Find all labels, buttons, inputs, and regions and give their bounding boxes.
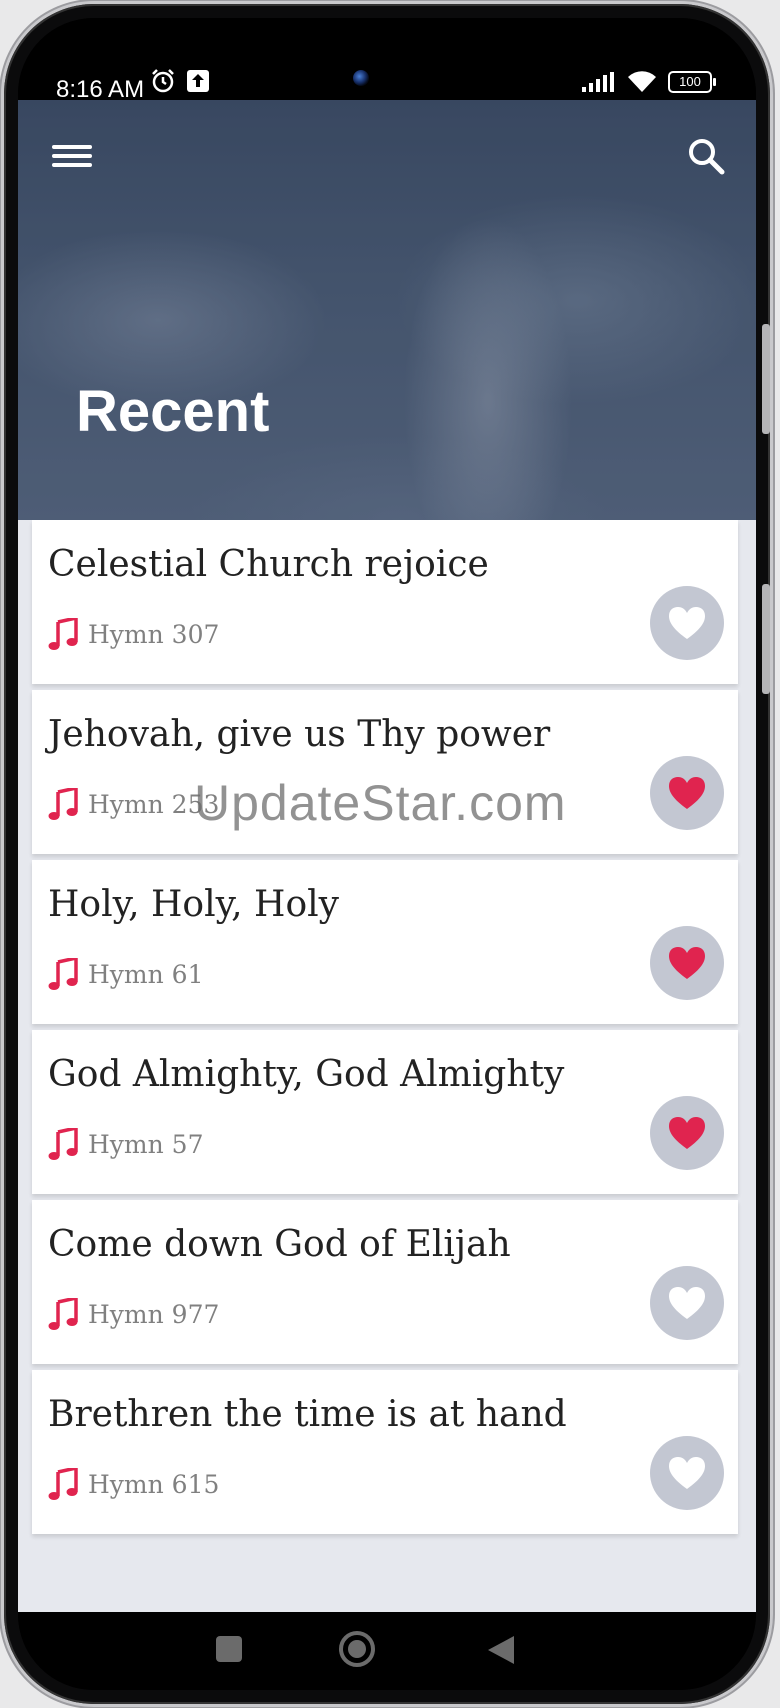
heart-outline-icon	[669, 1457, 705, 1489]
phone-frame: 8:16 AM 100 Recent Celestial Church rejo…	[4, 4, 770, 1704]
hymn-title: Come down God of Elijah	[48, 1224, 511, 1265]
front-camera	[353, 70, 369, 86]
screen: 8:16 AM 100 Recent Celestial Church rejo…	[18, 18, 756, 1690]
hymn-title: Holy, Holy, Holy	[48, 884, 339, 925]
hymn-card[interactable]: Come down God of Elijah Hymn 977	[32, 1200, 738, 1364]
music-note-icon	[48, 1468, 78, 1500]
header-banner: Recent	[18, 100, 756, 520]
system-nav-bar	[18, 1612, 756, 1690]
heart-filled-icon	[669, 777, 705, 809]
favorite-button[interactable]	[650, 586, 724, 660]
volume-button	[762, 324, 770, 434]
hymn-number: Hymn 977	[88, 1299, 220, 1329]
heart-outline-icon	[669, 1287, 705, 1319]
hymn-number: Hymn 615	[88, 1469, 220, 1499]
hymn-title: Jehovah, give us Thy power	[48, 714, 551, 755]
heart-outline-icon	[669, 607, 705, 639]
hymn-card[interactable]: Brethren the time is at hand Hymn 615	[32, 1370, 738, 1534]
signal-icon	[582, 72, 614, 92]
upload-icon	[187, 70, 209, 92]
music-note-icon	[48, 788, 78, 820]
favorite-button[interactable]	[650, 756, 724, 830]
back-triangle-icon[interactable]	[486, 1634, 516, 1666]
hymn-number: Hymn 307	[88, 619, 220, 649]
hymn-card[interactable]: God Almighty, God Almighty Hymn 57	[32, 1030, 738, 1194]
wifi-icon	[628, 71, 656, 92]
hymn-card[interactable]: Holy, Holy, Holy Hymn 61	[32, 860, 738, 1024]
music-note-icon	[48, 958, 78, 990]
music-note-icon	[48, 618, 78, 650]
favorite-button[interactable]	[650, 1266, 724, 1340]
recents-square-icon[interactable]	[214, 1634, 244, 1664]
hymn-list[interactable]: Celestial Church rejoice Hymn 307 Jehova…	[18, 520, 756, 1612]
music-note-icon	[48, 1128, 78, 1160]
hymn-title: God Almighty, God Almighty	[48, 1054, 565, 1095]
menu-icon[interactable]	[52, 140, 92, 174]
hymn-card[interactable]: Celestial Church rejoice Hymn 307	[32, 520, 738, 684]
favorite-button[interactable]	[650, 1436, 724, 1510]
favorite-button[interactable]	[650, 1096, 724, 1170]
battery-indicator: 100	[668, 71, 716, 93]
alarm-icon	[152, 69, 174, 93]
hymn-title: Brethren the time is at hand	[48, 1394, 567, 1435]
hymn-number: Hymn 57	[88, 1129, 204, 1159]
heart-filled-icon	[669, 947, 705, 979]
music-note-icon	[48, 1298, 78, 1330]
hymn-number: Hymn 61	[88, 959, 204, 989]
hymn-title: Celestial Church rejoice	[48, 544, 489, 585]
status-bar: 8:16 AM 100	[18, 18, 756, 103]
favorite-button[interactable]	[650, 926, 724, 1000]
page-title: Recent	[76, 379, 270, 444]
power-button	[762, 584, 770, 694]
heart-filled-icon	[669, 1117, 705, 1149]
search-icon[interactable]	[686, 136, 726, 176]
watermark: UpdateStar.com	[194, 775, 567, 831]
home-circle-icon[interactable]	[338, 1630, 376, 1668]
